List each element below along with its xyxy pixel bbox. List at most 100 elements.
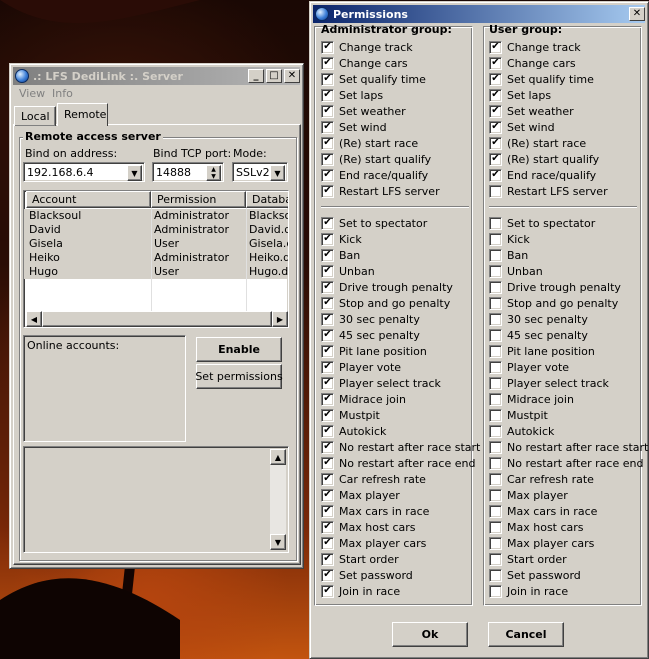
checkbox[interactable] (489, 232, 502, 246)
checkbox[interactable]: ✔ (321, 168, 334, 182)
user-permission-item[interactable]: Start order (489, 552, 567, 566)
admin-permission-item[interactable]: ✔ Kick (321, 232, 362, 246)
checkbox[interactable]: ✔ (321, 136, 334, 150)
tab-remote[interactable]: Remote (57, 103, 108, 126)
admin-permission-item[interactable]: ✔ 45 sec penalty (321, 328, 420, 342)
checkbox[interactable]: ✔ (321, 376, 334, 390)
checkbox[interactable]: ✔ (321, 88, 334, 102)
permissions-window-titlebar[interactable]: Permissions ✕ (313, 5, 645, 23)
checkbox[interactable] (489, 184, 502, 198)
user-permission-item[interactable]: 30 sec penalty (489, 312, 588, 326)
checkbox[interactable]: ✔ (489, 136, 502, 150)
user-permission-item[interactable]: 45 sec penalty (489, 328, 588, 342)
tab-local[interactable]: Local (14, 106, 56, 126)
user-permission-item[interactable]: ✔ Change track (489, 40, 581, 54)
scroll-left-icon[interactable]: ◀ (26, 311, 42, 327)
checkbox[interactable] (489, 504, 502, 518)
checkbox[interactable]: ✔ (489, 40, 502, 54)
admin-permission-item[interactable]: ✔ Change cars (321, 56, 408, 70)
checkbox[interactable] (489, 536, 502, 550)
admin-permission-item[interactable]: ✔ Pit lane position (321, 344, 427, 358)
cancel-button[interactable]: Cancel (488, 622, 564, 647)
admin-permission-item[interactable]: ✔ 30 sec penalty (321, 312, 420, 326)
checkbox[interactable]: ✔ (321, 296, 334, 310)
checkbox[interactable]: ✔ (321, 488, 334, 502)
user-permission-item[interactable]: Stop and go penalty (489, 296, 618, 310)
checkbox[interactable]: ✔ (489, 56, 502, 70)
checkbox[interactable]: ✔ (321, 536, 334, 550)
admin-permission-item[interactable]: ✔ Autokick (321, 424, 386, 438)
user-permission-item[interactable]: ✔ Set wind (489, 120, 555, 134)
checkbox[interactable] (489, 472, 502, 486)
user-permission-item[interactable]: Midrace join (489, 392, 574, 406)
admin-permission-item[interactable]: ✔ Change track (321, 40, 413, 54)
admin-permission-item[interactable]: ✔ Set wind (321, 120, 387, 134)
admin-permission-item[interactable]: ✔ Set to spectator (321, 216, 427, 230)
checkbox[interactable] (489, 216, 502, 230)
admin-permission-item[interactable]: ✔ Ban (321, 248, 360, 262)
user-permission-item[interactable]: ✔ (Re) start race (489, 136, 586, 150)
close-button[interactable]: ✕ (284, 69, 300, 83)
minimize-button[interactable]: _ (248, 69, 264, 83)
checkbox[interactable]: ✔ (321, 248, 334, 262)
user-permission-item[interactable]: Mustpit (489, 408, 548, 422)
user-permission-item[interactable]: ✔ Set laps (489, 88, 551, 102)
checkbox[interactable]: ✔ (321, 152, 334, 166)
admin-permission-item[interactable]: ✔ No restart after race end (321, 456, 475, 470)
checkbox[interactable]: ✔ (321, 56, 334, 70)
table-row[interactable]: Hugo User Hugo.db (24, 265, 288, 279)
mode-dropdown[interactable]: SSLv2 ▼ (232, 162, 288, 182)
checkbox[interactable] (489, 296, 502, 310)
checkbox[interactable]: ✔ (321, 184, 334, 198)
admin-permission-item[interactable]: ✔ Max host cars (321, 520, 416, 534)
checkbox[interactable] (489, 360, 502, 374)
admin-permission-item[interactable]: ✔ Car refresh rate (321, 472, 426, 486)
checkbox[interactable]: ✔ (321, 216, 334, 230)
checkbox[interactable] (489, 248, 502, 262)
column-header-database[interactable]: Database (246, 191, 288, 208)
log-box[interactable]: ▲ ▼ (23, 446, 289, 553)
checkbox[interactable] (489, 376, 502, 390)
user-permission-item[interactable]: No restart after race start (489, 440, 648, 454)
admin-permission-item[interactable]: ✔ Player vote (321, 360, 401, 374)
server-window-titlebar[interactable]: .: LFS DediLink :. Server _ □ ✕ (13, 67, 300, 85)
admin-permission-item[interactable]: ✔ Unban (321, 264, 375, 278)
user-permission-item[interactable]: Max host cars (489, 520, 584, 534)
checkbox[interactable]: ✔ (321, 504, 334, 518)
user-permission-item[interactable]: Unban (489, 264, 543, 278)
admin-permission-item[interactable]: ✔ Set laps (321, 88, 383, 102)
checkbox[interactable]: ✔ (321, 344, 334, 358)
checkbox[interactable]: ✔ (321, 520, 334, 534)
user-permission-item[interactable]: Ban (489, 248, 528, 262)
checkbox[interactable]: ✔ (321, 456, 334, 470)
checkbox[interactable]: ✔ (321, 232, 334, 246)
scroll-thumb[interactable] (42, 311, 272, 327)
admin-permission-item[interactable]: ✔ Stop and go penalty (321, 296, 450, 310)
user-permission-item[interactable]: No restart after race end (489, 456, 643, 470)
user-permission-item[interactable]: Pit lane position (489, 344, 595, 358)
user-permission-item[interactable]: Max cars in race (489, 504, 597, 518)
close-button[interactable]: ✕ (629, 7, 645, 21)
bind-address-dropdown[interactable]: 192.168.6.4 ▼ (23, 162, 145, 182)
checkbox[interactable]: ✔ (489, 72, 502, 86)
user-permission-item[interactable]: ✔ Set qualify time (489, 72, 594, 86)
user-permission-item[interactable]: Join in race (489, 584, 568, 598)
admin-permission-item[interactable]: ✔ End race/qualify (321, 168, 428, 182)
ok-button[interactable]: Ok (392, 622, 468, 647)
table-row[interactable]: Gisela User Gisela.db (24, 237, 288, 251)
admin-permission-item[interactable]: ✔ Midrace join (321, 392, 406, 406)
user-permission-item[interactable]: Kick (489, 232, 530, 246)
admin-permission-item[interactable]: ✔ Drive trough penalty (321, 280, 453, 294)
admin-permission-item[interactable]: ✔ Set weather (321, 104, 406, 118)
maximize-button[interactable]: □ (266, 69, 282, 83)
checkbox[interactable]: ✔ (321, 424, 334, 438)
checkbox[interactable] (489, 424, 502, 438)
menu-info[interactable]: Info (52, 87, 73, 100)
set-permissions-button[interactable]: Set permissions (195, 364, 283, 389)
admin-permission-item[interactable]: ✔ (Re) start qualify (321, 152, 431, 166)
checkbox[interactable]: ✔ (321, 120, 334, 134)
checkbox[interactable] (489, 568, 502, 582)
table-row[interactable]: Blacksoul Administrator Blacksoul.db (24, 209, 288, 223)
checkbox[interactable]: ✔ (489, 168, 502, 182)
user-permission-item[interactable]: ✔ End race/qualify (489, 168, 596, 182)
